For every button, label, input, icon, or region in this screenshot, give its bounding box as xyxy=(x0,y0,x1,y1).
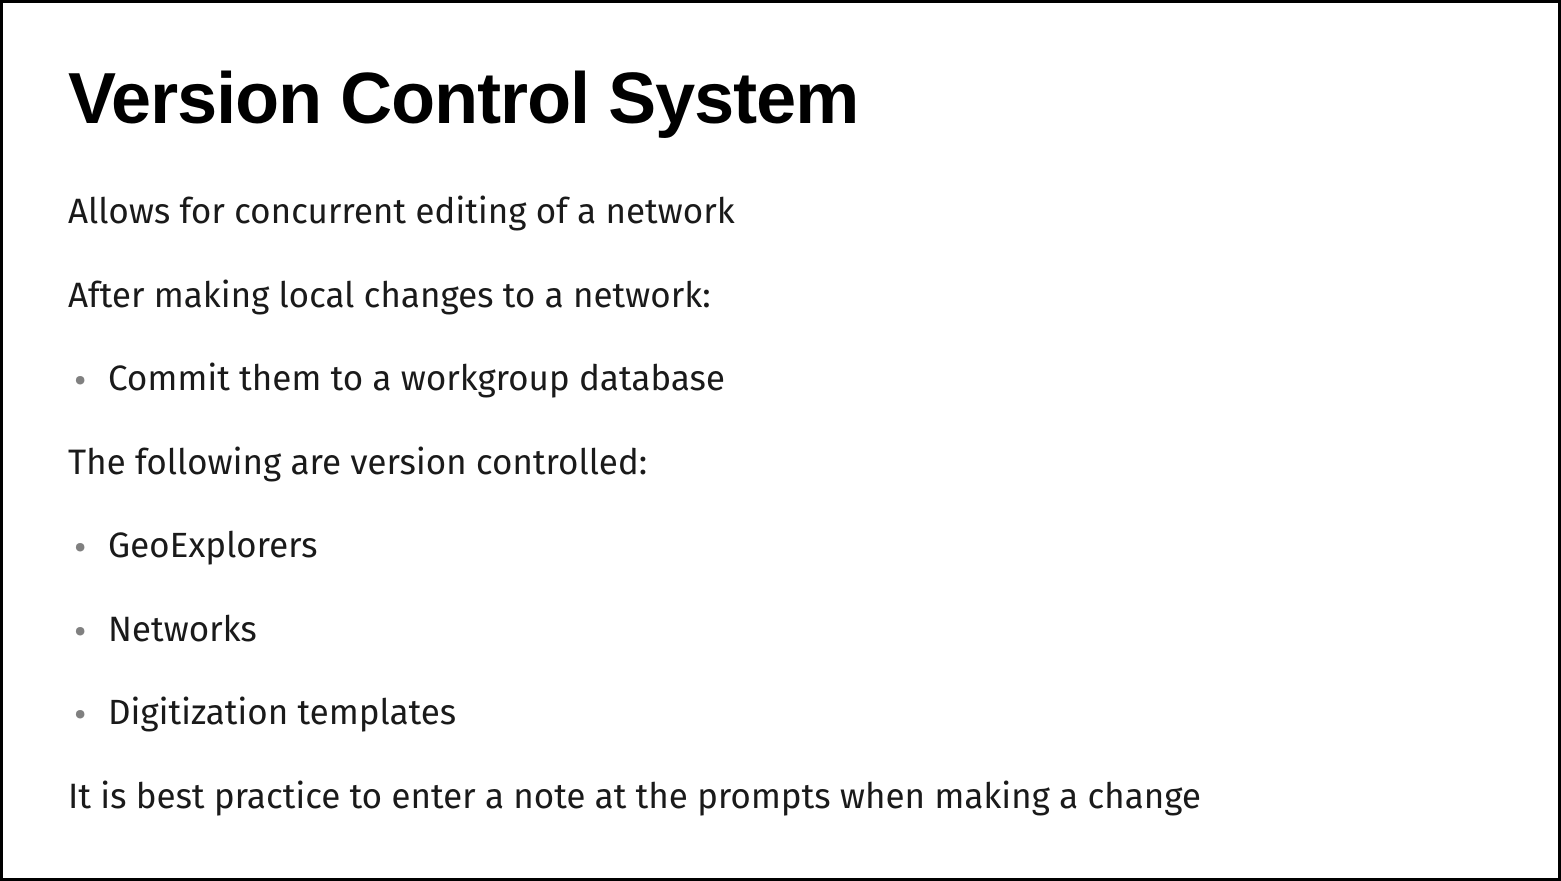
changes-paragraph: After making local changes to a network: xyxy=(68,274,1493,320)
version-controlled-list: GeoExplorers Networks Digitization templ… xyxy=(68,524,1493,737)
slide-container: Version Control System Allows for concur… xyxy=(0,0,1561,881)
list-item: Digitization templates xyxy=(68,691,1493,737)
version-controlled-paragraph: The following are version controlled: xyxy=(68,441,1493,487)
commit-list: Commit them to a workgroup database xyxy=(68,357,1493,403)
list-item: Commit them to a workgroup database xyxy=(68,357,1493,403)
slide-title: Version Control System xyxy=(68,58,1493,140)
best-practice-paragraph: It is best practice to enter a note at t… xyxy=(68,775,1493,821)
list-item: GeoExplorers xyxy=(68,524,1493,570)
list-item: Networks xyxy=(68,608,1493,654)
intro-paragraph: Allows for concurrent editing of a netwo… xyxy=(68,190,1493,236)
